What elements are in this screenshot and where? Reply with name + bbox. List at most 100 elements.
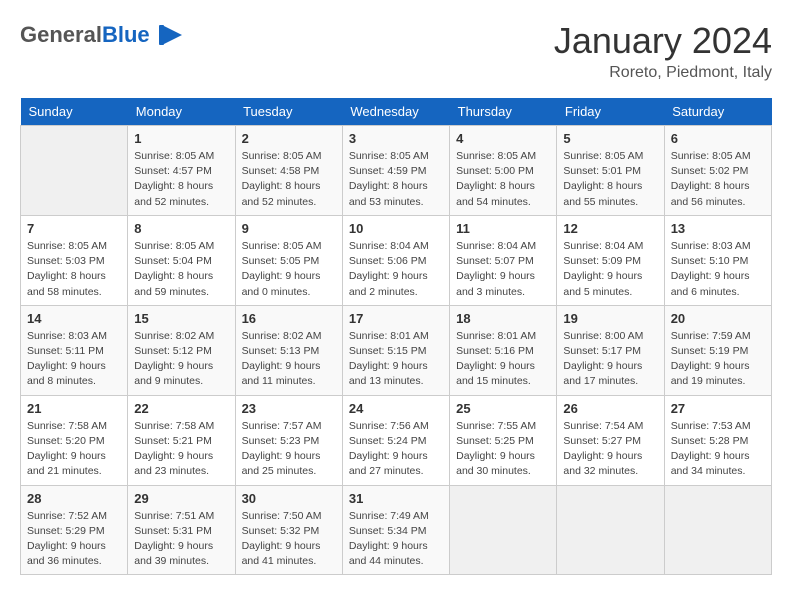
day-info: Sunrise: 8:02 AMSunset: 5:12 PMDaylight:… [134,329,228,390]
daylight-label: Daylight: 8 hours and 52 minutes. [134,180,213,207]
calendar-cell [664,485,771,575]
day-number: 2 [242,131,336,146]
day-info: Sunrise: 7:55 AMSunset: 5:25 PMDaylight:… [456,419,550,480]
day-number: 27 [671,401,765,416]
daylight-label: Daylight: 9 hours and 15 minutes. [456,360,535,387]
daylight-label: Daylight: 9 hours and 13 minutes. [349,360,428,387]
daylight-label: Daylight: 8 hours and 58 minutes. [27,270,106,297]
day-info: Sunrise: 7:57 AMSunset: 5:23 PMDaylight:… [242,419,336,480]
day-number: 3 [349,131,443,146]
sunrise-label: Sunrise: 8:05 AM [242,240,322,252]
daylight-label: Daylight: 9 hours and 32 minutes. [563,450,642,477]
logo-icon [154,20,184,50]
sunrise-label: Sunrise: 8:05 AM [134,240,214,252]
sunrise-label: Sunrise: 7:50 AM [242,510,322,522]
day-number: 21 [27,401,121,416]
calendar-cell: 22 Sunrise: 7:58 AMSunset: 5:21 PMDayligh… [128,395,235,485]
sunset-label: Sunset: 5:17 PM [563,345,641,357]
title-block: January 2024 Roreto, Piedmont, Italy [554,20,772,82]
sunset-label: Sunset: 5:04 PM [134,255,212,267]
day-info: Sunrise: 7:59 AMSunset: 5:19 PMDaylight:… [671,329,765,390]
calendar-cell: 14Sunrise: 8:03 AMSunset: 5:11 PMDayligh… [21,305,128,395]
sunrise-label: Sunrise: 7:49 AM [349,510,429,522]
calendar-cell: 6 Sunrise: 8:05 AMSunset: 5:02 PMDaylight… [664,126,771,216]
calendar-week-1: 1Sunrise: 8:05 AMSunset: 4:57 PMDaylight… [21,126,772,216]
calendar-cell: 27Sunrise: 7:53 AMSunset: 5:28 PMDayligh… [664,395,771,485]
sunrise-label: Sunrise: 8:05 AM [27,240,107,252]
calendar-cell: 11Sunrise: 8:04 AMSunset: 5:07 PMDayligh… [450,215,557,305]
sunrise-label: Sunrise: 7:52 AM [27,510,107,522]
daylight-label: Daylight: 9 hours and 21 minutes. [27,450,106,477]
calendar-cell: 2Sunrise: 8:05 AMSunset: 4:58 PMDaylight… [235,126,342,216]
sunrise-label: Sunrise: 7:53 AM [671,420,751,432]
sunset-label: Sunset: 4:59 PM [349,165,427,177]
calendar-cell: 3Sunrise: 8:05 AMSunset: 4:59 PMDaylight… [342,126,449,216]
sunrise-label: Sunrise: 8:01 AM [456,330,536,342]
day-info: Sunrise: 7:58 AMSunset: 5:21 PMDaylight:… [134,419,228,480]
sunset-label: Sunset: 5:20 PM [27,435,105,447]
daylight-label: Daylight: 9 hours and 2 minutes. [349,270,428,297]
weekday-header-tuesday: Tuesday [235,98,342,126]
day-info: Sunrise: 8:01 AMSunset: 5:15 PMDaylight:… [349,329,443,390]
sunrise-label: Sunrise: 8:04 AM [349,240,429,252]
sunset-label: Sunset: 5:03 PM [27,255,105,267]
day-info: Sunrise: 8:05 AMSunset: 5:02 PMDaylight:… [671,149,765,210]
logo-general-text: General [20,22,102,47]
sunset-label: Sunset: 5:28 PM [671,435,749,447]
calendar-cell: 30 Sunrise: 7:50 AMSunset: 5:32 PMDayligh… [235,485,342,575]
day-number: 30 [242,491,336,506]
day-number: 16 [242,311,336,326]
day-number: 25 [456,401,550,416]
sunrise-label: Sunrise: 7:58 AM [27,420,107,432]
daylight-label: Daylight: 8 hours and 59 minutes. [134,270,213,297]
calendar-cell: 12Sunrise: 8:04 AMSunset: 5:09 PMDayligh… [557,215,664,305]
sunset-label: Sunset: 5:27 PM [563,435,641,447]
sunset-label: Sunset: 4:57 PM [134,165,212,177]
day-number: 4 [456,131,550,146]
calendar-cell: 20Sunrise: 7:59 AMSunset: 5:19 PMDayligh… [664,305,771,395]
day-number: 13 [671,221,765,236]
calendar-cell: 5Sunrise: 8:05 AMSunset: 5:01 PMDaylight… [557,126,664,216]
day-number: 6 [671,131,765,146]
sunrise-label: Sunrise: 7:58 AM [134,420,214,432]
calendar-cell: 23 Sunrise: 7:57 AMSunset: 5:23 PMDayligh… [235,395,342,485]
day-info: Sunrise: 8:02 AMSunset: 5:13 PMDaylight:… [242,329,336,390]
day-number: 23 [242,401,336,416]
sunrise-label: Sunrise: 8:00 AM [563,330,643,342]
day-info: Sunrise: 7:52 AMSunset: 5:29 PMDaylight:… [27,509,121,570]
sunset-label: Sunset: 5:12 PM [134,345,212,357]
calendar-week-4: 21 Sunrise: 7:58 AM Sunset: 5:20 PM Dayligh… [21,395,772,485]
calendar-cell: 25 Sunrise: 7:55 AMSunset: 5:25 PMDayligh… [450,395,557,485]
sunrise-label: Sunrise: 8:05 AM [134,150,214,162]
calendar-cell: 16 Sunrise: 8:02 AMSunset: 5:13 PMDayligh… [235,305,342,395]
daylight-label: Daylight: 9 hours and 25 minutes. [242,450,321,477]
weekday-header-sunday: Sunday [21,98,128,126]
sunset-label: Sunset: 5:11 PM [27,345,104,357]
calendar-cell: 17Sunrise: 8:01 AMSunset: 5:15 PMDayligh… [342,305,449,395]
day-info: Sunrise: 7:50 AMSunset: 5:32 PMDaylight:… [242,509,336,570]
day-info: Sunrise: 7:54 AMSunset: 5:27 PMDaylight:… [563,419,657,480]
sunset-label: Sunset: 5:29 PM [27,525,105,537]
day-number: 22 [134,401,228,416]
sunset-label: Sunset: 5:16 PM [456,345,534,357]
daylight-label: Daylight: 9 hours and 3 minutes. [456,270,535,297]
day-number: 5 [563,131,657,146]
day-info: Sunrise: 8:01 AM Sunset: 5:16 PM Daylight:… [456,329,550,390]
weekday-header-saturday: Saturday [664,98,771,126]
sunrise-label: Sunrise: 7:57 AM [242,420,322,432]
daylight-label: Daylight: 9 hours and 44 minutes. [349,540,428,567]
day-info: Sunrise: 7:49 AMSunset: 5:34 PMDaylight:… [349,509,443,570]
daylight-label: Daylight: 8 hours and 55 minutes. [563,180,642,207]
calendar-cell: 15Sunrise: 8:02 AMSunset: 5:12 PMDayligh… [128,305,235,395]
sunrise-label: Sunrise: 8:05 AM [349,150,429,162]
calendar-cell [450,485,557,575]
day-info: Sunrise: 7:51 AMSunset: 5:31 PMDaylight:… [134,509,228,570]
calendar-cell: 4Sunrise: 8:05 AMSunset: 5:00 PMDaylight… [450,126,557,216]
daylight-label: Daylight: 8 hours and 52 minutes. [242,180,321,207]
calendar-cell: 21 Sunrise: 7:58 AM Sunset: 5:20 PM Dayligh… [21,395,128,485]
daylight-label: Daylight: 9 hours and 23 minutes. [134,450,213,477]
calendar-cell: 1Sunrise: 8:05 AMSunset: 4:57 PMDaylight… [128,126,235,216]
day-info: Sunrise: 8:04 AMSunset: 5:09 PMDaylight:… [563,239,657,300]
day-number: 7 [27,221,121,236]
day-info: Sunrise: 8:05 AMSunset: 4:59 PMDaylight:… [349,149,443,210]
